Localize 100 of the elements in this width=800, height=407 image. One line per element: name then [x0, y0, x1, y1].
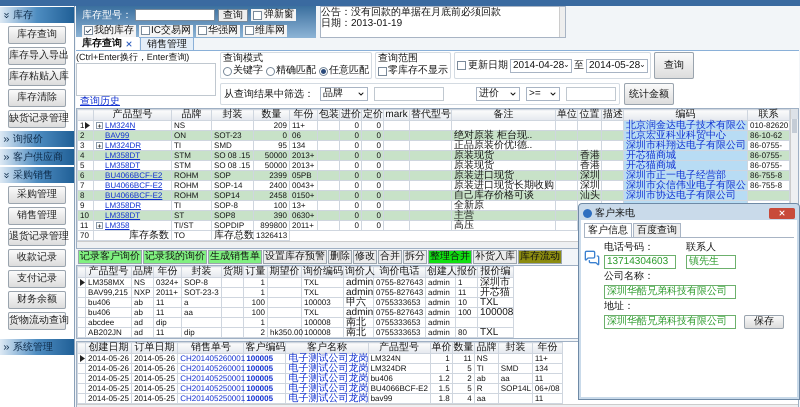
- column-header[interactable]: 品牌: [476, 342, 496, 353]
- sum-button[interactable]: 统计金额: [624, 83, 674, 105]
- expand-icon[interactable]: [96, 222, 103, 229]
- close-icon[interactable]: [125, 40, 133, 48]
- tab[interactable]: 百度查询: [633, 223, 681, 237]
- save-button[interactable]: 保存: [744, 315, 784, 329]
- column-header[interactable]: 品牌: [133, 266, 153, 277]
- radio-button[interactable]: [266, 66, 275, 76]
- table-row[interactable]: bu406 ab 11 aa 100 TXL admin 0755-827643 admin 100 100008: [78, 308, 514, 318]
- sidebar-button[interactable]: 收款记录: [8, 249, 66, 267]
- value-field[interactable]: [566, 87, 616, 101]
- column-header[interactable]: 进价: [341, 109, 361, 120]
- action-button[interactable]: 库存流动: [518, 250, 562, 264]
- column-header[interactable]: 位置: [580, 109, 600, 120]
- column-header[interactable]: 描述: [603, 109, 623, 120]
- address-field[interactable]: 深圳华酷兄弟科技有限公司: [604, 315, 736, 329]
- radio-button[interactable]: [223, 66, 232, 76]
- history-link[interactable]: 查询历史: [76, 96, 216, 108]
- action-button[interactable]: 删除: [328, 250, 352, 264]
- sidebar-button[interactable]: 支付记录: [8, 270, 66, 288]
- table-row[interactable]: 2014-05-26 2014-05-26 CH201405260001100005 电子测试公司龙岗 LM324N 1 11 NS 11+: [78, 354, 562, 364]
- column-header[interactable]: 创建人: [427, 266, 457, 277]
- action-button[interactable]: 合并: [378, 250, 402, 264]
- column-header[interactable]: 单位: [557, 109, 577, 120]
- scrollbar[interactable]: [559, 7, 565, 37]
- query-field[interactable]: [76, 63, 216, 96]
- column-header[interactable]: 询价人: [345, 266, 375, 277]
- tab[interactable]: 库存查询: [76, 37, 139, 50]
- action-button[interactable]: 生成销售单: [208, 250, 262, 264]
- contact-field[interactable]: 镇先生: [686, 255, 736, 269]
- column-header[interactable]: 替代型号: [411, 109, 451, 120]
- table-row[interactable]: AB202JN ad 11 dip 2 hk350.00100008 南北 0755333653 admin 80 TXL: [78, 328, 514, 338]
- column-header[interactable]: 数量: [454, 342, 474, 353]
- tab[interactable]: 销售管理: [140, 37, 194, 50]
- expand-icon[interactable]: [96, 142, 103, 149]
- sidebar-section[interactable]: 系统管理: [0, 339, 74, 355]
- action-button[interactable]: 整理合并: [428, 250, 472, 264]
- radio-button[interactable]: [319, 66, 328, 76]
- query-button[interactable]: 查询: [654, 52, 694, 79]
- date-select[interactable]: 2014-04-28: [510, 58, 572, 72]
- checkbox[interactable]: [253, 10, 262, 20]
- column-header[interactable]: 询价编码: [303, 266, 343, 277]
- column-header[interactable]: 编码: [676, 109, 696, 120]
- table-row[interactable]: abcdee ad dip 1 100008 南北 0755333653 admin: [78, 318, 514, 328]
- column-header[interactable]: 报价: [457, 266, 477, 277]
- search-button[interactable]: 查询: [218, 8, 248, 22]
- column-header[interactable]: mark: [385, 109, 408, 120]
- model-field[interactable]: [135, 9, 215, 21]
- filter-field[interactable]: [374, 87, 444, 101]
- sidebar-button[interactable]: 库存导入导出: [8, 47, 66, 65]
- table-row[interactable]: LM358MX NS 0324+ SOP-8 1 TXL admin 0755-827643 admin 1 深圳市: [78, 278, 514, 288]
- sidebar-button[interactable]: 销售管理: [8, 207, 66, 225]
- column-header[interactable]: 包装: [319, 109, 339, 120]
- table-row[interactable]: 3 LM324DR TI SMD 95 134 0 0 正品原装价优!德.. 深圳市科翔达电子有限公司 86-0755-: [78, 140, 790, 150]
- close-button[interactable]: [769, 208, 795, 218]
- table-row[interactable]: 2014-05-25 2014-05-25 CH201405250001100005 电子测试公司龙岗 bu406 1.2 2 ab aa 11: [78, 374, 562, 384]
- sidebar-section[interactable]: 采购销售: [0, 167, 74, 183]
- company-field[interactable]: 深圳华酷兄弟科技有限公司: [604, 285, 736, 299]
- table-row[interactable]: 4 LM358DT STM SO 08 .15 50000 2013+ 0 0 原装现货 香港 开芯猫商城 86-0755-: [78, 150, 790, 160]
- sidebar-button[interactable]: 采购管理: [8, 186, 66, 204]
- table-row[interactable]: 2 BAV99 ON SOT-23 0 06 0 0 绝对原装 柜台现.. 北京宏亚科业科贸中心 86-10-62: [78, 130, 790, 140]
- checkbox[interactable]: [245, 26, 254, 35]
- action-button[interactable]: 补货入库: [473, 250, 517, 264]
- column-header[interactable]: 客户编码: [245, 342, 286, 353]
- expand-icon[interactable]: [96, 122, 103, 129]
- column-header[interactable]: 期望价: [270, 266, 300, 277]
- sidebar-button[interactable]: 货物流动查询: [8, 312, 66, 330]
- tab[interactable]: 客户信息: [584, 223, 632, 237]
- column-header[interactable]: 备注: [494, 109, 514, 120]
- column-header[interactable]: 定价: [363, 109, 383, 120]
- column-header[interactable]: 货期: [223, 266, 243, 277]
- action-button[interactable]: 记录客户询价: [78, 250, 142, 264]
- table-row[interactable]: 1 LM324N NS 209 11+ 0 0 北京润金达电子技术有限公 010-82620: [78, 120, 790, 130]
- table-row[interactable]: BAV99,215 NXP 2011+ SOT-23-3 1 TXL admin 0755-827643 admin 11 开芯猫: [78, 288, 514, 298]
- sidebar-section[interactable]: 询报价: [0, 131, 74, 147]
- action-button[interactable]: 设置库存预警: [263, 250, 327, 264]
- checkbox[interactable]: [378, 66, 387, 76]
- column-header[interactable]: 订量: [246, 266, 266, 277]
- table-row[interactable]: 6 BU4066BCF-E2 ROHM SOP 2399 05PB 0 0 原装进口现货 深圳 深圳市正一电子经营部 86-755-8: [78, 170, 790, 180]
- table-row[interactable]: bu406 ab 11 a 100 100003 甲六 0755333653 admin 10 TXL: [78, 298, 514, 308]
- field-select[interactable]: 进价: [476, 87, 520, 101]
- table-row[interactable]: 2014-05-26 2014-05-26 CH201405260001100005 电子测试公司龙岗 LM324DR 1 5 TI SMD 134: [78, 364, 562, 374]
- table-row[interactable]: 2014-05-25 2014-05-25 CH201405250001100005 电子测试公司龙岗 BU4066BCF-E2 1.5 5 R SOP14L 06+/08: [78, 384, 562, 394]
- sidebar-button[interactable]: 财务余额: [8, 291, 66, 309]
- action-button[interactable]: 修改: [353, 250, 377, 264]
- action-button[interactable]: 记录我的询价: [143, 250, 207, 264]
- table-row[interactable]: 7 BU4066BCF-E2 ROHM SOP-14 2400 0043+ 0 0 原装进口现货长期收购 深圳 深圳市众信伟业电子有限公 86-755-8: [78, 180, 790, 190]
- table-row[interactable]: 8 BU4066BCF-E2 ROHM SOP14 2458 0150+ 0 0 自己库存价格可谈 汕头 深圳市协达电子有限公司: [78, 190, 790, 200]
- sidebar-button[interactable]: 库存清除: [8, 89, 66, 107]
- action-button[interactable]: 拆分: [403, 250, 427, 264]
- checkbox[interactable]: [84, 26, 93, 35]
- phone-field[interactable]: 13714304603: [604, 255, 676, 269]
- field-select[interactable]: 品牌: [320, 87, 368, 101]
- checkbox[interactable]: [198, 26, 207, 35]
- checkbox[interactable]: [141, 26, 150, 35]
- sidebar-section[interactable]: 客户供应商: [0, 149, 74, 165]
- sidebar-button[interactable]: 库存查询: [8, 26, 66, 44]
- date-select[interactable]: 2014-05-28: [586, 58, 648, 72]
- checkbox[interactable]: [457, 61, 466, 70]
- table-row[interactable]: 5 LM358DT STM SO 08 .15 50000 2013+ 0 0 原装现货 香港 开芯猫商城 86-0755-: [78, 160, 790, 170]
